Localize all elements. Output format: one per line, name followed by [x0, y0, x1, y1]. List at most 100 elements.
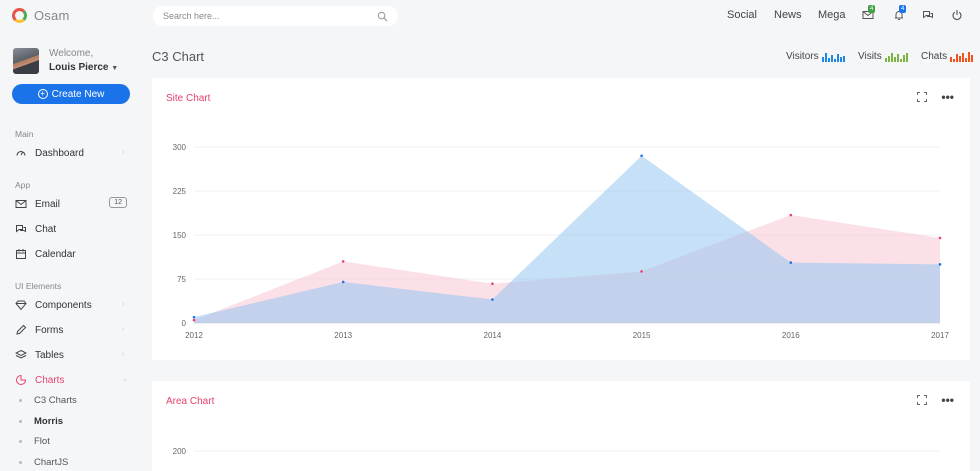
mail-button[interactable]: 4: [862, 5, 876, 23]
stat-chats: Chats: [921, 51, 974, 62]
sparkline-bar: [950, 57, 953, 62]
user-name[interactable]: Louis Pierce: [49, 62, 108, 73]
calendar-icon: [16, 249, 26, 259]
site-chart: 0 75 150 225 300 2012 2013 2014 2015 2016 2017: [173, 143, 950, 340]
sparkline-bar: [956, 54, 959, 62]
create-new-label: Create New: [51, 88, 105, 100]
sidebar-subitem-label: Flot: [34, 435, 50, 447]
welcome-text: Welcome,: [49, 48, 94, 59]
data-point: [192, 318, 196, 322]
messages-button[interactable]: [922, 9, 936, 23]
sidebar-item-label: Tables: [35, 349, 64, 361]
sidebar-item-chat[interactable]: Chat: [15, 220, 130, 238]
site-chart-card: Site Chart ••• 0 75 150 225 300 2012 2013 2014 2…: [152, 78, 970, 360]
x-tick-label: 2015: [633, 331, 651, 340]
sparkline-visitors: [821, 52, 846, 62]
sidebar-item-label: Components: [35, 299, 92, 311]
sidebar-item-components[interactable]: Components ›: [15, 296, 130, 314]
sidebar-subitem-label: C3 Charts: [34, 394, 77, 406]
sparkline-visits: [884, 52, 909, 62]
stat-label: Visits: [858, 51, 882, 62]
sparkline-bar: [893, 57, 896, 62]
data-point: [341, 260, 345, 263]
data-point: [640, 154, 643, 158]
sparkline-bar: [821, 57, 824, 62]
sparkline-chats: [950, 52, 974, 62]
nav-news[interactable]: News: [774, 9, 802, 21]
user-panel[interactable]: Welcome, Louis Pierce ▼: [13, 48, 118, 74]
sparkline-bar: [830, 55, 833, 62]
y-tick-label: 0: [182, 319, 187, 328]
y-tick-label: 300: [173, 143, 187, 152]
sidebar-item-label: Charts: [35, 374, 65, 386]
sidebar-item-tables[interactable]: Tables ›: [15, 346, 130, 364]
sparkline-bar: [962, 53, 965, 62]
sparkline-bar: [971, 55, 974, 62]
sparkline-bar: [905, 53, 908, 62]
caret-down-icon[interactable]: ▼: [111, 65, 118, 72]
sidebar-subitem-morris[interactable]: Morris: [19, 414, 63, 428]
chevron-right-icon: ›: [122, 351, 125, 358]
sparkline-bar: [896, 54, 899, 62]
y-tick-label: 150: [173, 231, 187, 240]
notifications-button[interactable]: 4: [893, 5, 907, 23]
sidebar-subitem-flot[interactable]: Flot: [19, 434, 50, 448]
sidebar-item-forms[interactable]: Forms ›: [15, 321, 130, 339]
sparkline-bar: [839, 57, 842, 62]
nav-mega[interactable]: Mega: [818, 9, 846, 21]
top-bar: Osam Social News Mega 4 4: [0, 0, 980, 34]
sparkline-bar: [959, 56, 962, 62]
sidebar-item-charts[interactable]: Charts ⌄: [15, 371, 130, 389]
logo[interactable]: Osam: [12, 8, 69, 23]
data-point: [491, 298, 494, 301]
sidebar-item-calendar[interactable]: Calendar: [15, 245, 130, 263]
sparkline-bar: [890, 53, 893, 62]
data-point: [789, 213, 793, 217]
sparkline-bar: [968, 52, 971, 62]
search-icon[interactable]: [377, 11, 388, 22]
sparkline-bar: [842, 56, 845, 62]
stat-visits: Visits: [858, 51, 909, 62]
pencil-icon: [16, 324, 27, 335]
data-point: [789, 261, 793, 264]
create-new-button[interactable]: + Create New: [12, 84, 130, 104]
section-app: App: [15, 180, 31, 190]
chevron-down-icon: ⌄: [122, 376, 128, 383]
sidebar-item-label: Chat: [35, 223, 57, 235]
nav-social[interactable]: Social: [727, 9, 757, 21]
power-button[interactable]: [951, 9, 965, 23]
bullet-icon: [19, 460, 22, 464]
stat-visitors: Visitors: [786, 51, 846, 62]
avatar: [13, 48, 39, 74]
pie-chart-icon: [16, 374, 27, 385]
sidebar-item-email[interactable]: Email 12: [15, 195, 130, 213]
sparkline-bar: [884, 58, 887, 62]
bullet-icon: [19, 398, 22, 402]
diamond-icon: [15, 300, 27, 311]
sparkline-bar: [836, 54, 839, 62]
sparkline-bar: [833, 59, 836, 62]
data-point: [192, 315, 196, 319]
sidebar-item-dashboard[interactable]: Dashboard ›: [15, 144, 130, 162]
chat-bubbles-icon: [16, 225, 26, 233]
sidebar-subitem-c3-charts[interactable]: C3 Charts: [19, 393, 77, 407]
sidebar-subitem-label: ChartJS: [34, 456, 69, 468]
section-ui-elements: UI Elements: [15, 281, 62, 291]
gauge-icon: [16, 150, 26, 156]
search-input[interactable]: [163, 11, 377, 21]
sidebar-subitem-chartjs[interactable]: ChartJS: [19, 455, 68, 469]
bullet-icon: [19, 419, 22, 423]
notifications-badge: 4: [899, 5, 907, 13]
sparkline-bar: [827, 58, 830, 62]
data-point: [938, 236, 942, 240]
x-tick-label: 2013: [334, 331, 352, 340]
sidebar-item-label: Email: [35, 198, 61, 210]
stat-label: Visitors: [786, 51, 819, 62]
y-tick-label: 225: [173, 187, 187, 196]
data-point: [938, 263, 942, 266]
logo-icon: [12, 8, 27, 23]
x-tick-label: 2017: [931, 331, 949, 340]
sidebar-subitem-label: Morris: [34, 415, 64, 427]
sidebar-item-label: Calendar: [35, 248, 76, 260]
sparkline-bar: [899, 59, 902, 62]
